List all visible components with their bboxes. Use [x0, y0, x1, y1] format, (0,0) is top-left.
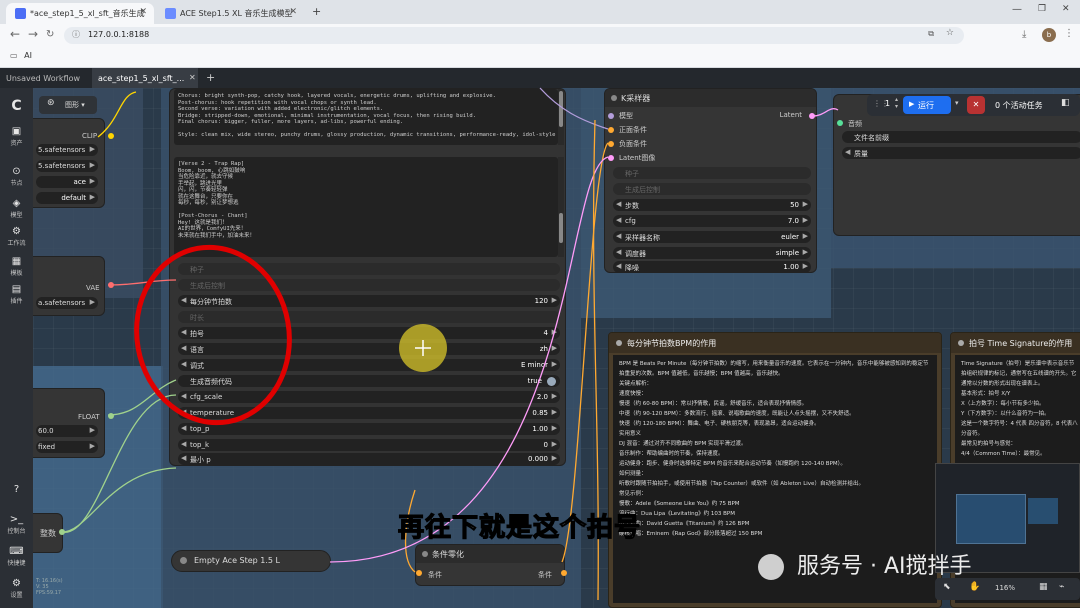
vae-wire [107, 279, 177, 286]
video-caption: 再往下就是这个拍号 [397, 512, 642, 543]
watermark: 服务号 · AI搅拌手 [758, 548, 972, 580]
wechat-icon [758, 554, 784, 580]
model-wire [539, 87, 609, 130]
highlight-circle [134, 244, 292, 426]
clip-wire [97, 91, 137, 138]
latent-wire [329, 156, 609, 563]
screenshot-root: *ace_step1_5_xl_sft_音乐生成 ✕ ACE Step1.5 X… [0, 0, 1080, 608]
cond-wire [561, 142, 609, 563]
int-wire [61, 467, 177, 533]
latent-out-wire [812, 108, 839, 117]
int-wire-2 [61, 394, 177, 533]
float-wire [107, 379, 177, 416]
